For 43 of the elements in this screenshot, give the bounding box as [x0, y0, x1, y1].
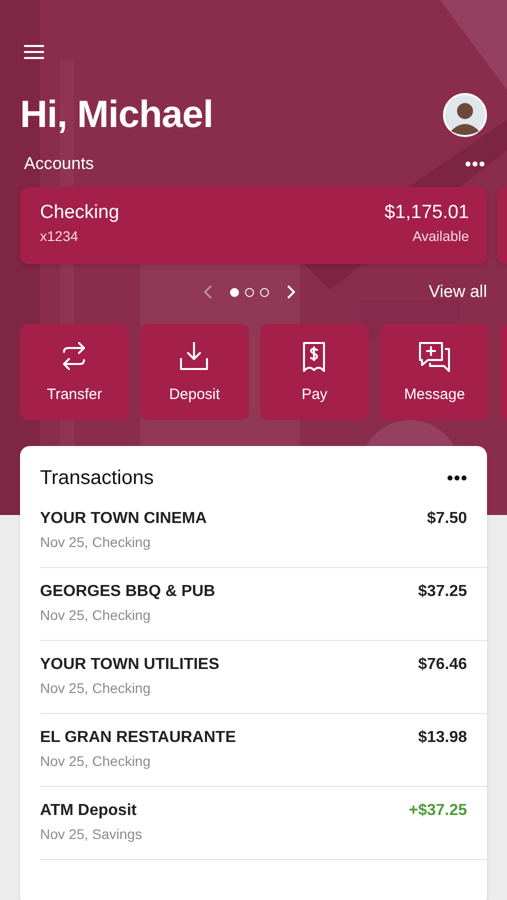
transaction-row[interactable]: YOUR TOWN CINEMA $7.50 Nov 25, Checking	[40, 508, 487, 568]
account-name: Checking	[40, 201, 120, 225]
account-card[interactable]: Checking x1234 $1,175.01 Available	[20, 187, 487, 264]
transaction-amount: $7.50	[426, 509, 467, 529]
transaction-row[interactable]: YOUR TOWN UTILITIES $76.46 Nov 25, Checking	[40, 654, 487, 714]
action-button[interactable]: Pay	[260, 324, 369, 420]
transaction-detail: Nov 25, Checking	[40, 680, 152, 696]
action-button[interactable]: Transfer	[20, 324, 129, 420]
transaction-name: YOUR TOWN UTILITIES	[40, 655, 220, 675]
transaction-name: EL GRAN RESTAURANTE	[40, 728, 236, 748]
balance-label: Available	[412, 227, 469, 246]
transaction-detail: Nov 25, Checking	[40, 753, 152, 769]
section-title: Accounts	[24, 154, 94, 174]
transaction-detail: Nov 25, Checking	[40, 607, 152, 623]
action-button[interactable]: Message	[380, 324, 489, 420]
chevron-right-icon[interactable]	[287, 285, 295, 299]
action-button[interactable]: Deposit	[140, 324, 249, 420]
page-dot[interactable]	[260, 288, 269, 296]
account-number: x1234	[40, 227, 80, 246]
transaction-row[interactable]: ATM Deposit +$37.25 Nov 25, Savings	[40, 800, 487, 860]
transaction-name: YOUR TOWN CINEMA	[40, 509, 207, 529]
greeting-title: Hi, Michael	[20, 94, 213, 136]
transaction-name: GEORGES BBQ & PUB	[40, 582, 216, 602]
transaction-amount: +$37.25	[408, 801, 467, 821]
transaction-name: ATM Deposit	[40, 801, 137, 821]
page-dot[interactable]	[245, 288, 254, 296]
download-icon	[178, 341, 211, 373]
transaction-row[interactable]: EL GRAN RESTAURANTE $13.98 Nov 25, Checking	[40, 727, 487, 787]
transaction-row[interactable]: GEORGES BBQ & PUB $37.25 Nov 25, Checking	[40, 581, 487, 641]
transaction-amount: $37.25	[418, 582, 467, 602]
more-icon[interactable]	[465, 161, 485, 167]
menu-icon[interactable]	[24, 44, 44, 60]
chat-plus-icon	[418, 341, 451, 373]
transaction-detail: Nov 25, Checking	[40, 534, 152, 550]
view-all-link[interactable]: View all	[428, 282, 487, 302]
transaction-amount: $13.98	[418, 728, 467, 748]
chevron-left-icon[interactable]	[204, 285, 212, 299]
section-title: Transactions	[40, 466, 154, 490]
transaction-detail: Nov 25, Savings	[40, 826, 143, 842]
account-balance: $1,175.01	[384, 201, 469, 225]
transaction-amount: $76.46	[418, 655, 467, 675]
avatar[interactable]	[443, 93, 487, 137]
more-icon[interactable]	[447, 475, 467, 481]
